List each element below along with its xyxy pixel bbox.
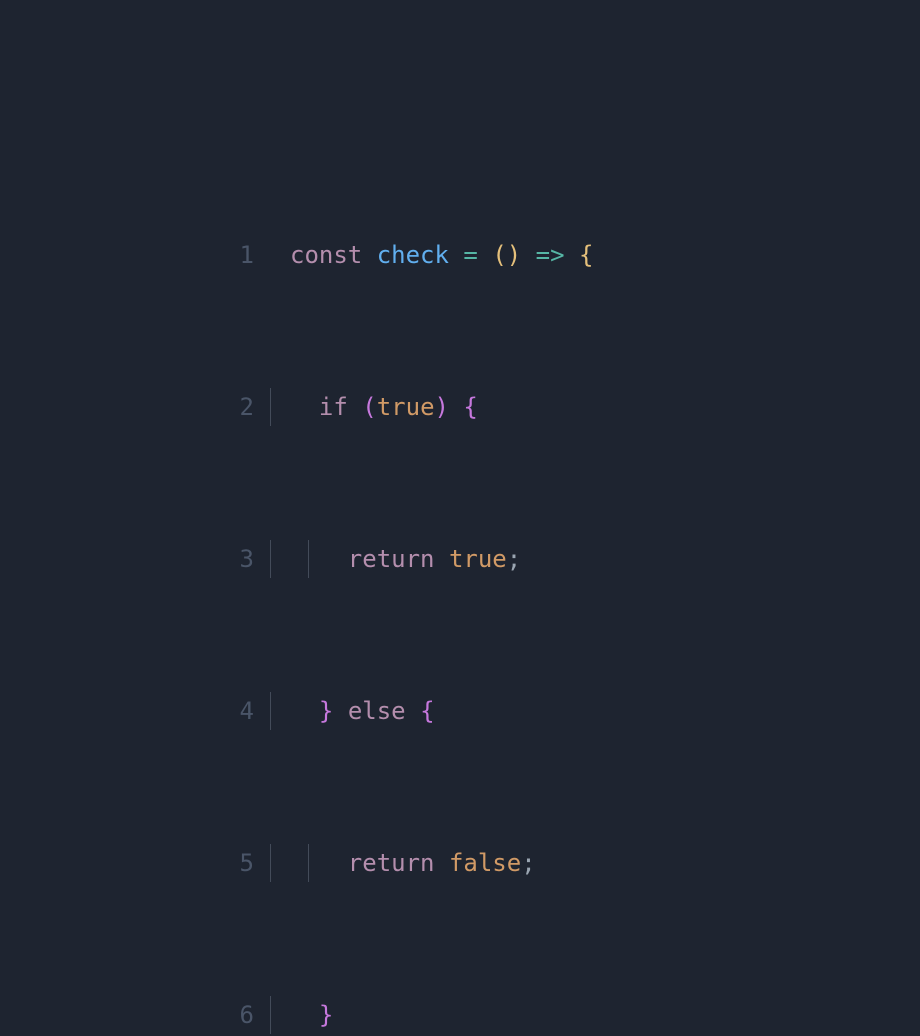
operator-arrow: => xyxy=(536,241,565,269)
indent-gutter xyxy=(254,692,290,730)
line-number: 1 xyxy=(226,236,254,274)
semicolon: ; xyxy=(521,849,535,877)
paren-close: ) xyxy=(507,241,521,269)
boolean-true: true xyxy=(377,393,435,421)
brace-close: } xyxy=(319,1001,333,1029)
keyword-if: if xyxy=(319,393,348,421)
line-number: 4 xyxy=(226,692,254,730)
line-number: 2 xyxy=(226,388,254,426)
brace-open: { xyxy=(420,697,434,725)
code-line[interactable]: 5 return false; xyxy=(226,844,593,882)
keyword-return: return xyxy=(348,849,435,877)
code-line[interactable]: 2 if (true) { xyxy=(226,388,593,426)
code-content: } else { xyxy=(290,692,435,730)
indent-gutter xyxy=(254,996,290,1034)
code-content: const check = () => { xyxy=(290,236,593,274)
brace-open: { xyxy=(579,241,593,269)
code-content: return false; xyxy=(290,844,536,882)
indent-gutter xyxy=(254,388,290,426)
indent-guide xyxy=(270,844,271,882)
boolean-false: false xyxy=(449,849,521,877)
code-content: if (true) { xyxy=(290,388,478,426)
code-editor[interactable]: 1 const check = () => { 2 if (true) { 3 … xyxy=(226,122,593,1036)
indent-gutter xyxy=(254,236,290,274)
indent-guide xyxy=(270,996,271,1034)
line-number: 3 xyxy=(226,540,254,578)
paren-open: ( xyxy=(492,241,506,269)
code-content: return true; xyxy=(290,540,521,578)
indent-gutter xyxy=(254,844,290,882)
indent-guide xyxy=(270,388,271,426)
code-line[interactable]: 4 } else { xyxy=(226,692,593,730)
brace-open: { xyxy=(463,393,477,421)
code-line[interactable]: 6 } xyxy=(226,996,593,1034)
indent-guide xyxy=(270,540,271,578)
code-line[interactable]: 1 const check = () => { xyxy=(226,236,593,274)
boolean-true: true xyxy=(449,545,507,573)
paren-close: ) xyxy=(435,393,449,421)
indent-guide xyxy=(270,692,271,730)
function-name: check xyxy=(377,241,449,269)
paren-open: ( xyxy=(362,393,376,421)
indent-guide xyxy=(308,844,309,882)
code-line[interactable]: 3 return true; xyxy=(226,540,593,578)
keyword-return: return xyxy=(348,545,435,573)
indent-gutter xyxy=(254,540,290,578)
line-number: 6 xyxy=(226,996,254,1034)
operator-assign: = xyxy=(463,241,477,269)
keyword-else: else xyxy=(348,697,406,725)
indent-guide xyxy=(308,540,309,578)
line-number: 5 xyxy=(226,844,254,882)
keyword-const: const xyxy=(290,241,362,269)
semicolon: ; xyxy=(507,545,521,573)
code-content: } xyxy=(290,996,333,1034)
brace-close: } xyxy=(319,697,333,725)
